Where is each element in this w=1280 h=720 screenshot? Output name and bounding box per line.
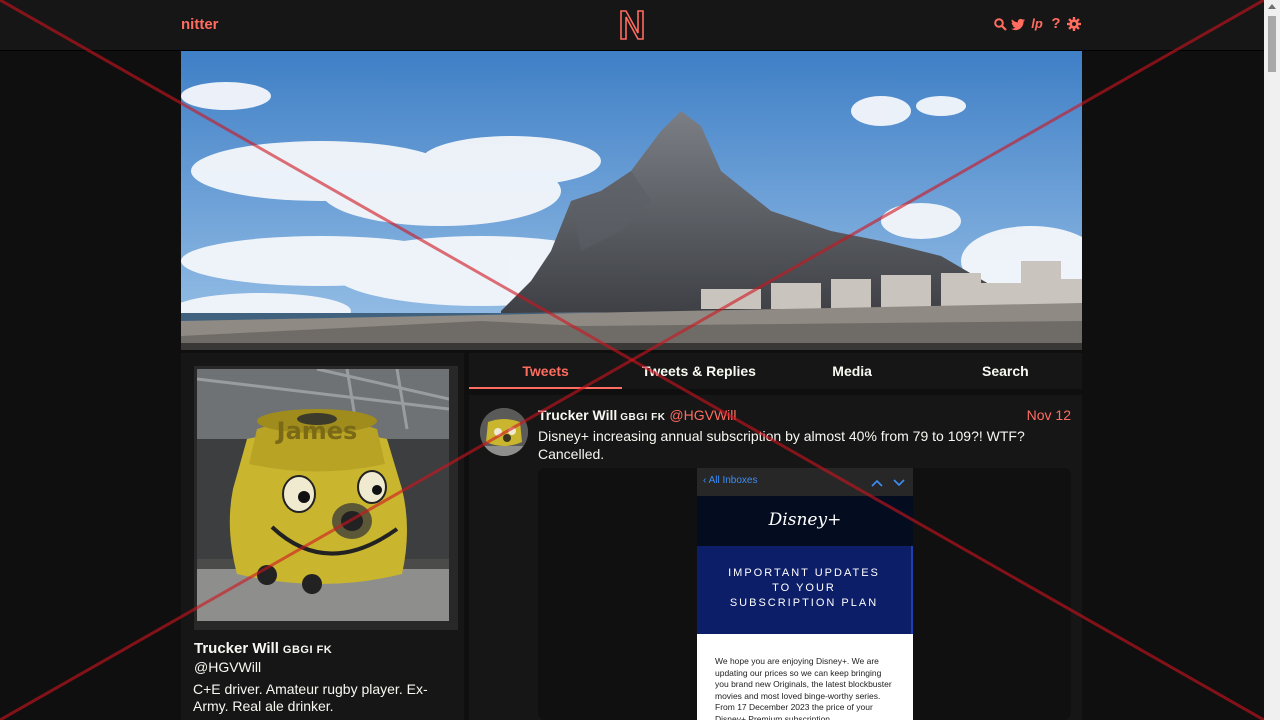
tweet-date[interactable]: Nov 12 [1027,407,1071,423]
timeline-tabs: Tweets Tweets & Replies Media Search [469,353,1082,389]
gear-icon[interactable] [1067,16,1081,32]
profile-username[interactable]: @HGVWill [194,659,261,675]
tab-search[interactable]: Search [929,353,1082,389]
avatar-name-text: James [275,417,358,445]
page-scrollbar[interactable] [1264,0,1280,720]
tab-tweets-replies[interactable]: Tweets & Replies [622,353,775,389]
brand-link[interactable]: nitter [181,16,219,33]
email-headline: IMPORTANT UPDATES TO YOUR SUBSCRIPTION P… [697,566,911,611]
nitter-logo[interactable] [618,9,646,41]
email-body-text: We hope you are enjoying Disney+. We are… [715,656,892,720]
tweet-fullname[interactable]: Trucker Will [538,407,617,423]
chevron-down-icon [893,474,905,492]
tweet-username[interactable]: @HGVWill [669,407,736,423]
timeline: Trucker Will GBGI FK @HGVWill Nov 12 Disne… [469,395,1082,720]
chevron-up-icon [871,474,883,492]
scroll-thumb[interactable] [1268,16,1276,72]
email-back-label: All Inboxes [708,475,758,486]
nav-icon-bar: lp ? [993,16,1081,32]
profile-avatar[interactable]: James [194,366,458,630]
lp-icon[interactable]: lp [1029,16,1045,32]
email-headline-line: SUBSCRIPTION PLAN [729,597,879,609]
email-brand-band: Disney+ [697,496,913,546]
email-toolbar: ‹ All Inboxes [697,468,913,496]
profile-banner[interactable] [181,51,1082,350]
tweet-header: Trucker Will GBGI FK @HGVWill [538,407,737,423]
navbar: nitter lp ? [0,0,1264,51]
profile-fullname[interactable]: Trucker Will GBGI FK [194,640,332,657]
tweet-text: Disney+ increasing annual subscription b… [538,428,1025,462]
tweet-avatar[interactable] [480,408,528,456]
tab-tweets[interactable]: Tweets [469,353,623,389]
email-back-link: ‹ All Inboxes [703,475,758,486]
profile-card: James Trucker Will GBGI FK @HGVWill C+E d… [181,353,464,720]
disney-logo: Disney+ [768,510,842,530]
email-headline-band: IMPORTANT UPDATES TO YOUR SUBSCRIPTION P… [697,546,913,634]
email-headline-line: TO YOUR [772,582,836,594]
profile-flag-text: GBGI FK [282,644,333,656]
attachment-image[interactable]: ‹ All Inboxes Disney+ IMPORTANT UPDATES … [697,468,913,720]
profile-bio: C+E driver. Amateur rugby player. Ex-Arm… [193,681,428,714]
tweet-flag: GBGI FK [620,412,666,423]
twitter-bird-icon[interactable] [1011,16,1025,32]
profile-fullname-text: Trucker Will [194,640,279,657]
search-icon[interactable] [993,16,1007,32]
help-icon[interactable]: ? [1049,16,1063,32]
email-nav-arrows [871,474,905,492]
scroll-up-arrow-icon[interactable] [1268,4,1276,9]
email-headline-line: IMPORTANT UPDATES [728,567,880,579]
tab-media[interactable]: Media [776,353,929,389]
tweet-attachment[interactable]: ‹ All Inboxes Disney+ IMPORTANT UPDATES … [538,468,1071,720]
